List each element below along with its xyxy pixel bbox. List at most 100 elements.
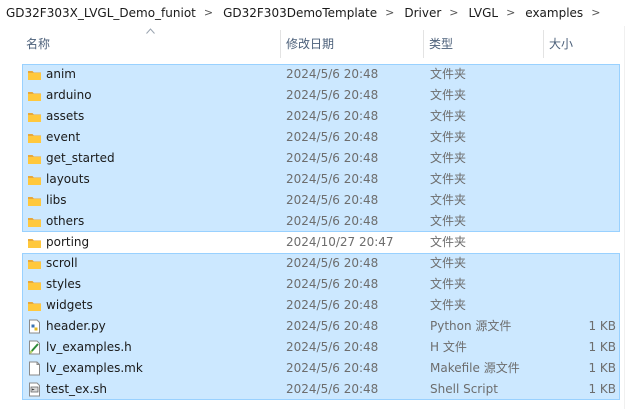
column-date-header[interactable]: 修改日期 xyxy=(282,26,422,62)
file-name: layouts xyxy=(46,172,90,186)
folder-row[interactable]: libs 2024/5/6 20:48 文件夹 xyxy=(0,190,630,211)
file-size: 1 KB xyxy=(588,340,616,354)
file-name: arduino xyxy=(46,88,92,102)
column-divider[interactable] xyxy=(543,30,544,58)
file-modified-date: 2024/5/6 20:48 xyxy=(286,298,379,312)
file-size xyxy=(546,169,616,190)
folder-row[interactable]: styles 2024/5/6 20:48 文件夹 xyxy=(0,274,630,295)
file-name: get_started xyxy=(46,151,115,165)
file-size xyxy=(546,106,616,127)
file-type: 文件夹 xyxy=(430,277,467,291)
file-modified-date: 2024/5/6 20:48 xyxy=(286,151,379,165)
file-type: 文件夹 xyxy=(430,130,467,144)
file-name: scroll xyxy=(46,256,78,270)
file-row[interactable]: lv_examples.h 2024/5/6 20:48 H 文件 1 KB xyxy=(0,337,630,358)
folder-icon xyxy=(27,151,42,166)
chevron-right-icon[interactable]: > xyxy=(587,0,604,26)
folder-row[interactable]: scroll 2024/5/6 20:48 文件夹 xyxy=(0,253,630,274)
file-modified-date: 2024/5/6 20:48 xyxy=(286,256,379,270)
file-type: 文件夹 xyxy=(430,193,467,207)
file-type: Makefile 源文件 xyxy=(430,361,520,375)
column-type-header[interactable]: 类型 xyxy=(425,26,542,62)
pane-edge xyxy=(624,26,625,409)
file-size: 1 KB xyxy=(588,319,616,333)
folder-icon xyxy=(27,88,42,103)
column-name-header[interactable]: 名称 xyxy=(22,26,280,62)
file-name: others xyxy=(46,214,85,228)
file-type: 文件夹 xyxy=(430,214,467,228)
chevron-right-icon[interactable]: > xyxy=(200,0,217,26)
folder-icon xyxy=(27,67,42,82)
file-type: 文件夹 xyxy=(430,88,467,102)
file-name: assets xyxy=(46,109,85,123)
file-type: 文件夹 xyxy=(430,151,467,165)
column-header: 名称 修改日期 类型 大小 xyxy=(0,26,630,62)
file-name: widgets xyxy=(46,298,93,312)
chevron-right-icon[interactable]: > xyxy=(502,0,519,26)
file-modified-date: 2024/5/6 20:48 xyxy=(286,277,379,291)
file-row[interactable]: lv_examples.mk 2024/5/6 20:48 Makefile 源文件… xyxy=(0,358,630,379)
breadcrumb-item[interactable]: GD32F303DemoTemplate xyxy=(217,0,381,26)
file-size xyxy=(546,148,616,169)
file-size xyxy=(546,253,616,274)
file-name: anim xyxy=(46,67,76,81)
file-modified-date: 2024/5/6 20:48 xyxy=(286,361,379,375)
chevron-right-icon[interactable]: > xyxy=(381,0,398,26)
file-modified-date: 2024/5/6 20:48 xyxy=(286,67,379,81)
folder-icon xyxy=(27,109,42,124)
folder-icon xyxy=(27,214,42,229)
file-type: 文件夹 xyxy=(430,109,467,123)
shell-script-icon xyxy=(27,382,42,397)
breadcrumb-item[interactable]: LVGL xyxy=(463,0,503,26)
file-modified-date: 2024/5/6 20:48 xyxy=(286,214,379,228)
folder-row[interactable]: layouts 2024/5/6 20:48 文件夹 xyxy=(0,169,630,190)
file-type: H 文件 xyxy=(430,340,467,354)
column-size-header[interactable]: 大小 xyxy=(545,26,623,62)
file-type: 文件夹 xyxy=(430,172,467,186)
folder-row[interactable]: get_started 2024/5/6 20:48 文件夹 xyxy=(0,148,630,169)
file-modified-date: 2024/5/6 20:48 xyxy=(286,130,379,144)
folder-row[interactable]: widgets 2024/5/6 20:48 文件夹 xyxy=(0,295,630,316)
folder-icon xyxy=(27,235,42,250)
breadcrumb-item[interactable]: examples xyxy=(519,0,587,26)
header-file-icon xyxy=(27,340,42,355)
file-size: 1 KB xyxy=(588,361,616,375)
file-type: 文件夹 xyxy=(430,298,467,312)
column-divider[interactable] xyxy=(280,30,281,58)
column-divider[interactable] xyxy=(423,30,424,58)
file-modified-date: 2024/5/6 20:48 xyxy=(286,109,379,123)
file-size xyxy=(546,85,616,106)
folder-icon xyxy=(27,277,42,292)
file-name: lv_examples.h xyxy=(46,340,132,354)
file-name: styles xyxy=(46,277,82,291)
folder-row[interactable]: arduino 2024/5/6 20:48 文件夹 xyxy=(0,85,630,106)
breadcrumb: GD32F303X_LVGL_Demo_funiot > GD32F303DemoT… xyxy=(0,0,630,27)
file-explorer-window: GD32F303X_LVGL_Demo_funiot > GD32F303DemoT… xyxy=(0,0,630,409)
file-modified-date: 2024/5/6 20:48 xyxy=(286,382,379,396)
folder-icon xyxy=(27,256,42,271)
file-name: event xyxy=(46,130,81,144)
folder-row[interactable]: porting 2024/10/27 20:47 文件夹 xyxy=(0,232,630,253)
file-list: anim 2024/5/6 20:48 文件夹 arduino 2024/5/6 20:… xyxy=(0,64,630,400)
chevron-right-icon[interactable]: > xyxy=(445,0,462,26)
folder-row[interactable]: assets 2024/5/6 20:48 文件夹 xyxy=(0,106,630,127)
makefile-icon xyxy=(27,361,42,376)
file-size xyxy=(546,232,616,253)
folder-row[interactable]: anim 2024/5/6 20:48 文件夹 xyxy=(0,64,630,85)
file-type: 文件夹 xyxy=(430,235,467,249)
file-row[interactable]: test_ex.sh 2024/5/6 20:48 Shell Script 1 KB xyxy=(0,379,630,400)
file-size xyxy=(546,190,616,211)
file-row[interactable]: header.py 2024/5/6 20:48 Python 源文件 1 KB xyxy=(0,316,630,337)
python-file-icon xyxy=(27,319,42,334)
breadcrumb-item[interactable]: GD32F303X_LVGL_Demo_funiot xyxy=(0,0,200,26)
file-name: lv_examples.mk xyxy=(46,361,143,375)
file-modified-date: 2024/5/6 20:48 xyxy=(286,340,379,354)
file-modified-date: 2024/5/6 20:48 xyxy=(286,319,379,333)
folder-row[interactable]: others 2024/5/6 20:48 文件夹 xyxy=(0,211,630,232)
file-name: header.py xyxy=(46,319,106,333)
breadcrumb-item[interactable]: Driver xyxy=(398,0,445,26)
folder-icon xyxy=(27,172,42,187)
file-type: 文件夹 xyxy=(430,256,467,270)
file-type: 文件夹 xyxy=(430,67,467,81)
folder-row[interactable]: event 2024/5/6 20:48 文件夹 xyxy=(0,127,630,148)
